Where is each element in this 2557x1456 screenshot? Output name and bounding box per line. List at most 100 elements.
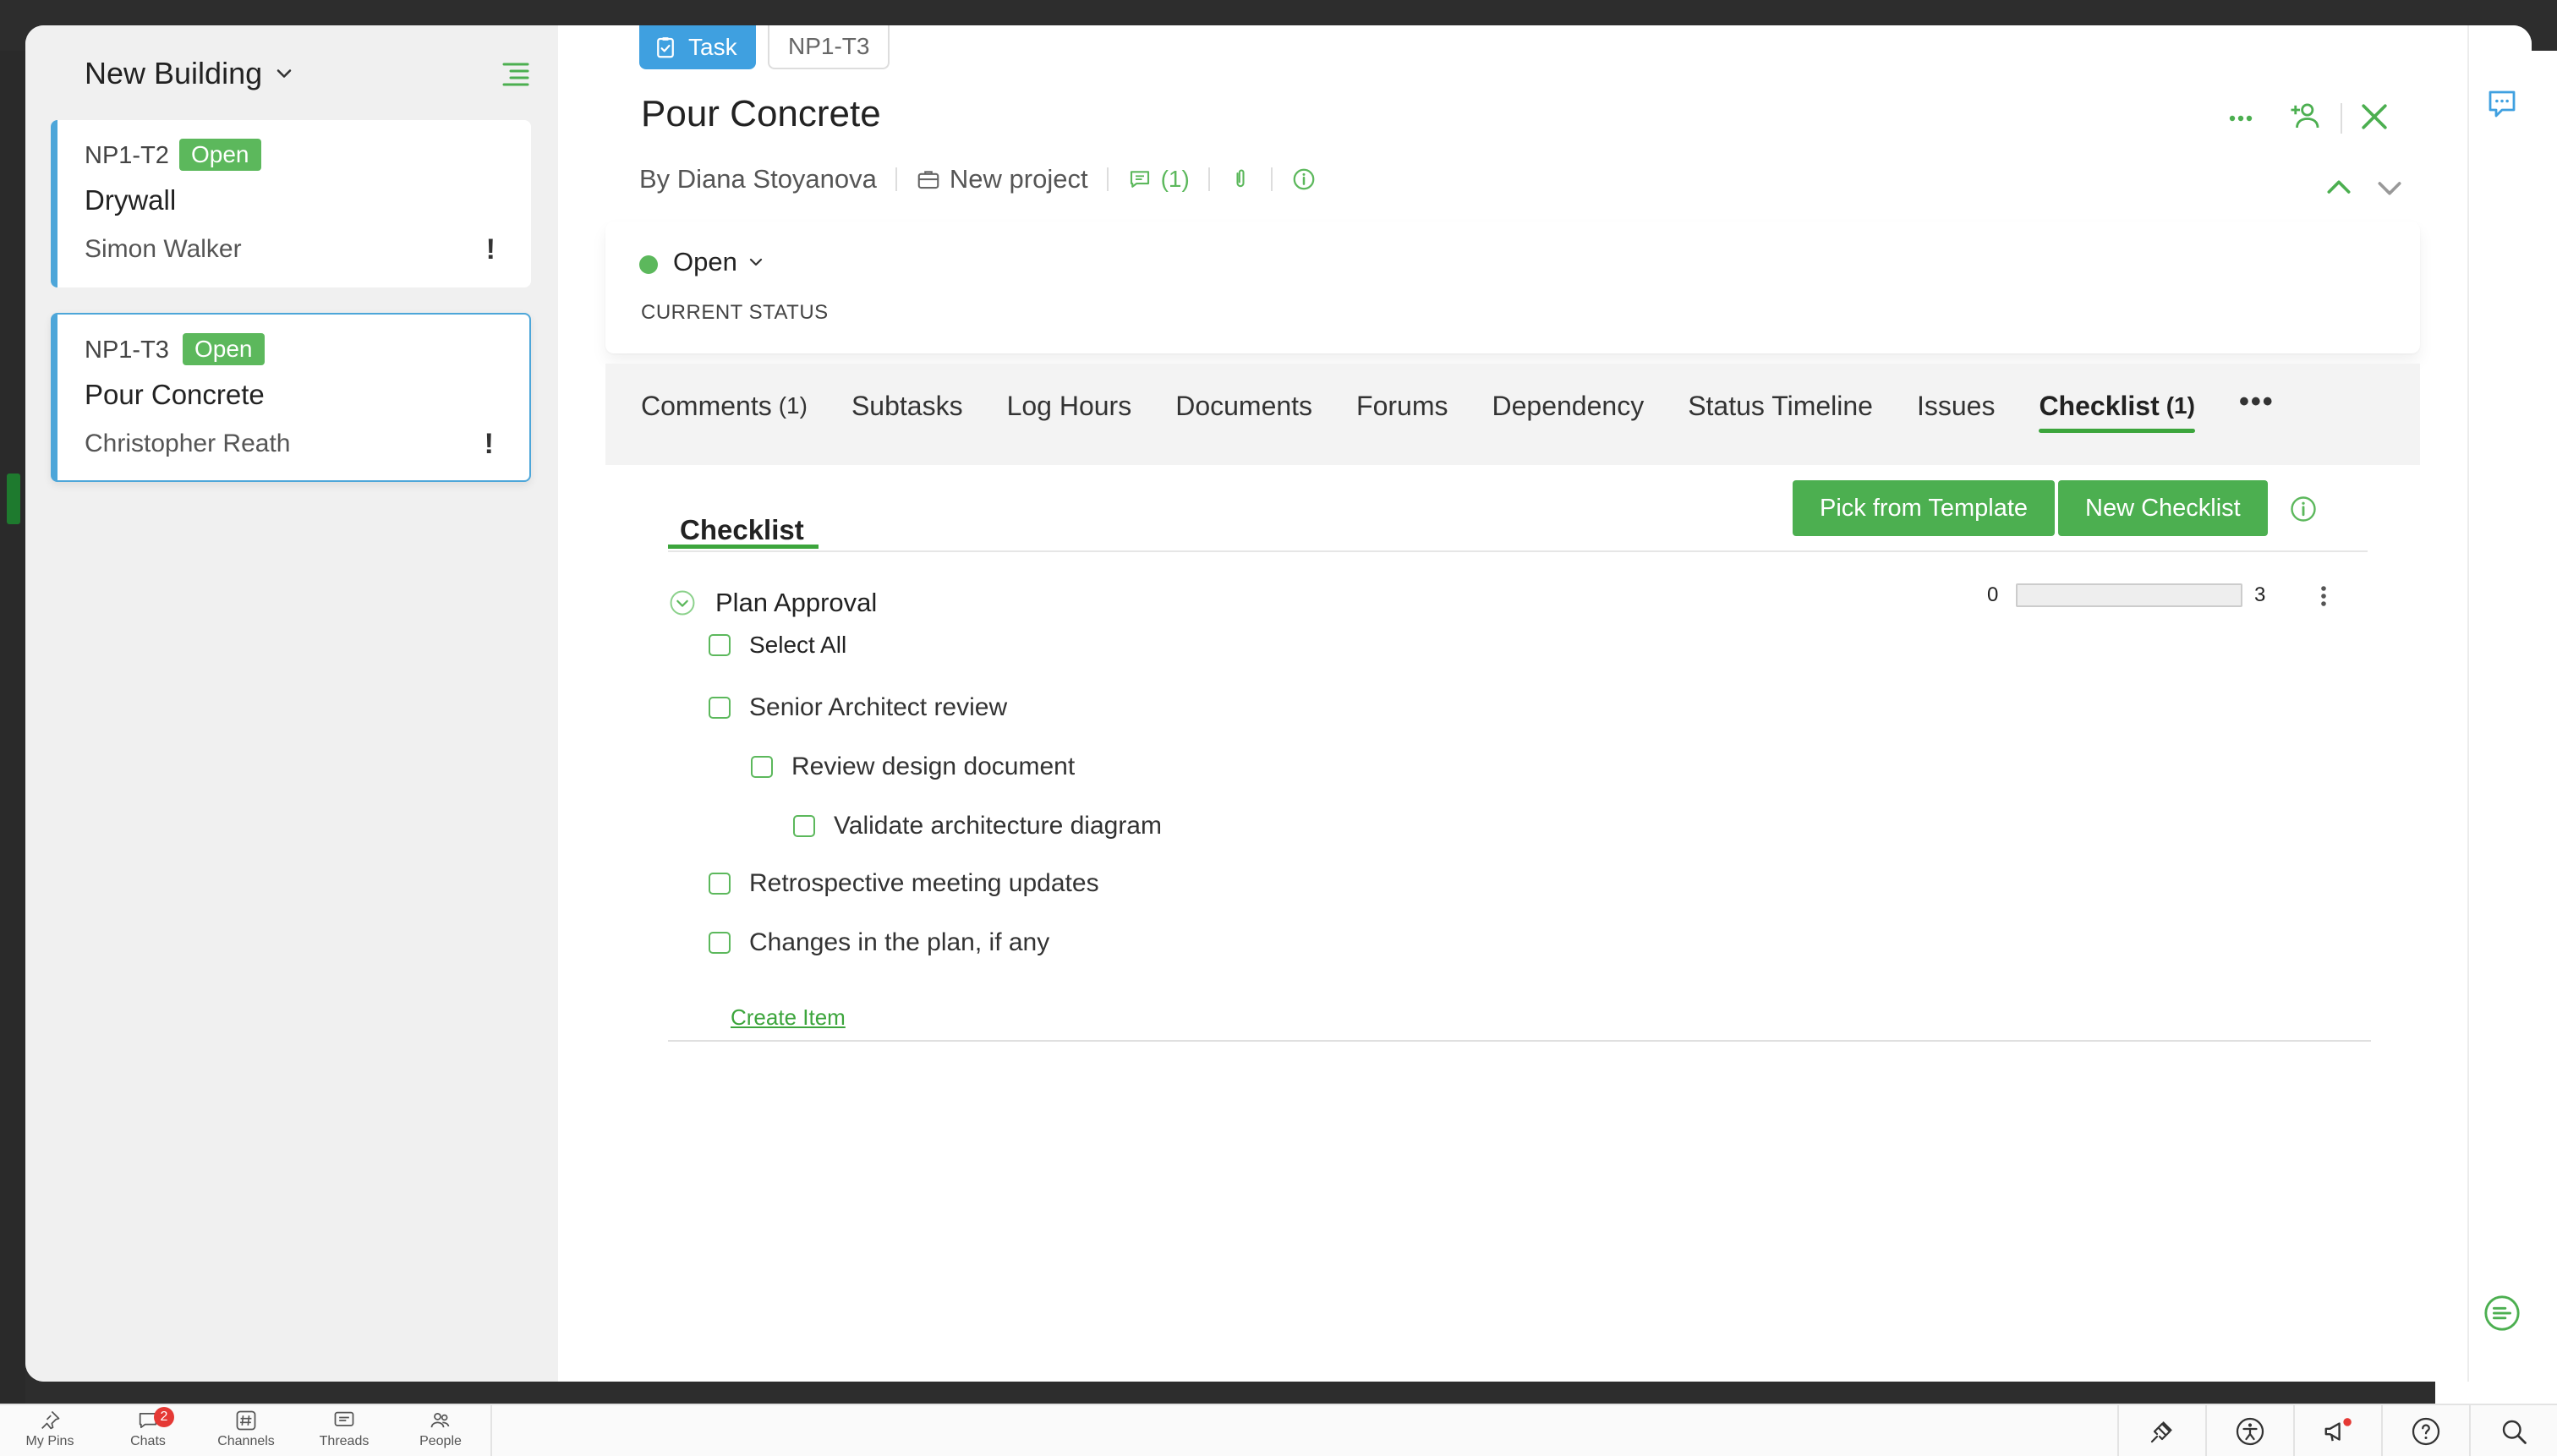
tab-count: (1) bbox=[778, 392, 808, 419]
checklist-item[interactable]: Changes in the plan, if any bbox=[709, 925, 1049, 961]
next-task-button[interactable] bbox=[2373, 171, 2406, 205]
attachment-link[interactable] bbox=[1229, 167, 1252, 192]
tab-dependency[interactable]: Dependency bbox=[1492, 380, 1645, 431]
threads-icon bbox=[334, 1411, 354, 1426]
task-card-title: Drywall bbox=[85, 184, 177, 216]
tab-subtasks[interactable]: Subtasks bbox=[851, 380, 963, 431]
chevron-up-icon bbox=[2327, 180, 2351, 194]
taskbar-label: Threads bbox=[319, 1434, 370, 1448]
item-checkbox[interactable] bbox=[709, 932, 731, 954]
select-all-checkbox[interactable] bbox=[709, 634, 731, 656]
new-checklist-button[interactable]: New Checklist bbox=[2058, 480, 2268, 536]
task-card-pour-concrete[interactable]: NP1-T3 Open Pour Concrete Christopher Re… bbox=[51, 313, 531, 482]
task-type-tag: Task bbox=[639, 25, 756, 69]
help-icon bbox=[2412, 1417, 2440, 1446]
checklist-info-button[interactable] bbox=[2288, 494, 2319, 524]
select-all-row[interactable]: Select All bbox=[709, 627, 846, 663]
checklist-heading: Checklist bbox=[680, 514, 804, 545]
checklist-group-header[interactable]: Plan Approval bbox=[668, 583, 877, 622]
plugin-button[interactable] bbox=[2117, 1405, 2205, 1456]
taskbar-my-pins[interactable]: My Pins bbox=[3, 1409, 96, 1449]
comments-link[interactable]: (1) bbox=[1127, 166, 1190, 193]
checklist-group-name: Plan Approval bbox=[715, 588, 878, 617]
task-id-tag: NP1-T3 bbox=[768, 25, 890, 69]
bottom-taskbar: My Pins Chats 2 Channels Threads People bbox=[0, 1404, 2557, 1456]
item-checkbox[interactable] bbox=[793, 815, 815, 837]
taskbar-label: People bbox=[419, 1434, 462, 1448]
item-checkbox[interactable] bbox=[709, 873, 731, 895]
status-card: Open CURRENT STATUS bbox=[605, 222, 2420, 353]
tab-comments[interactable]: Comments (1) bbox=[641, 380, 808, 431]
more-horizontal-icon bbox=[2229, 115, 2253, 122]
status-badge: Open bbox=[183, 333, 265, 365]
pick-from-template-button[interactable]: Pick from Template bbox=[1793, 480, 2056, 536]
announcements-button[interactable] bbox=[2293, 1405, 2381, 1456]
tab-label: Documents bbox=[1175, 390, 1313, 421]
list-menu-icon[interactable] bbox=[501, 59, 531, 90]
close-button[interactable] bbox=[2356, 98, 2393, 135]
checklist-item[interactable]: Validate architecture diagram bbox=[793, 808, 1162, 844]
checklist-item[interactable]: Senior Architect review bbox=[709, 690, 1007, 725]
project-link[interactable]: New project bbox=[916, 164, 1088, 194]
checklist-item[interactable]: Retrospective meeting updates bbox=[709, 866, 1099, 901]
user-add-icon bbox=[2291, 103, 2319, 129]
collapse-chevron-icon[interactable] bbox=[668, 588, 697, 617]
add-follower-button[interactable] bbox=[2288, 98, 2324, 134]
taskbar-people[interactable]: People bbox=[394, 1409, 487, 1449]
task-tabs: Comments (1) Subtasks Log Hours Documents… bbox=[641, 380, 2319, 433]
create-item-link[interactable]: Create Item bbox=[731, 1004, 846, 1031]
search-button[interactable] bbox=[2469, 1405, 2557, 1456]
previous-task-button[interactable] bbox=[2322, 171, 2356, 205]
background-left-strip bbox=[0, 51, 25, 1404]
tab-label: Subtasks bbox=[851, 390, 963, 421]
checklist-item[interactable]: Review design document bbox=[751, 749, 1075, 785]
tab-count: (1) bbox=[2166, 392, 2195, 419]
info-button[interactable] bbox=[1291, 167, 1317, 192]
taskbar-chats[interactable]: Chats 2 bbox=[101, 1407, 194, 1449]
tab-checklist[interactable]: Checklist (1) bbox=[2039, 380, 2195, 433]
background-marker bbox=[7, 473, 20, 524]
taskbar-channels[interactable]: Channels bbox=[200, 1409, 293, 1449]
task-list-sidebar: New Building NP1-T2 Open Drywall Simon W… bbox=[25, 25, 558, 1382]
tab-label: Checklist bbox=[2039, 390, 2160, 421]
divider bbox=[2341, 103, 2342, 134]
item-checkbox[interactable] bbox=[709, 697, 731, 719]
tab-documents[interactable]: Documents bbox=[1175, 380, 1312, 431]
priority-icon: ! bbox=[485, 233, 496, 265]
tab-forums[interactable]: Forums bbox=[1356, 380, 1448, 431]
hash-icon bbox=[236, 1410, 256, 1431]
item-checkbox[interactable] bbox=[751, 756, 773, 778]
checklist-group-menu[interactable] bbox=[2313, 583, 2334, 609]
checklist-progress-bar bbox=[2016, 583, 2242, 607]
tab-label: Comments bbox=[641, 390, 772, 421]
tab-label: Log Hours bbox=[1006, 390, 1132, 421]
taskbar-threads[interactable]: Threads bbox=[298, 1409, 391, 1449]
list-circle-icon bbox=[2484, 1295, 2520, 1331]
task-card-title: Pour Concrete bbox=[85, 379, 265, 410]
help-button[interactable] bbox=[2381, 1405, 2469, 1456]
more-tabs-button[interactable]: ••• bbox=[2239, 376, 2275, 427]
divider bbox=[1207, 167, 1210, 191]
accessibility-icon bbox=[2236, 1417, 2264, 1446]
divider bbox=[668, 550, 2368, 552]
accessibility-button[interactable] bbox=[2205, 1405, 2293, 1456]
tab-label: Issues bbox=[1916, 390, 1996, 421]
tab-log-hours[interactable]: Log Hours bbox=[1007, 380, 1132, 431]
status-dropdown[interactable]: Open bbox=[673, 247, 766, 277]
divider bbox=[1106, 167, 1109, 191]
more-options-button[interactable] bbox=[2224, 101, 2258, 135]
tab-status-timeline[interactable]: Status Timeline bbox=[1688, 380, 1873, 431]
task-card-id: NP1-T3 bbox=[85, 337, 169, 364]
tab-issues[interactable]: Issues bbox=[1917, 380, 1995, 431]
project-selector[interactable]: New Building bbox=[85, 56, 296, 91]
chevron-down-icon bbox=[2378, 182, 2401, 195]
feedback-button[interactable] bbox=[2484, 86, 2520, 122]
message-square-icon bbox=[2489, 90, 2516, 118]
unread-badge: 2 bbox=[154, 1407, 174, 1427]
paperclip-icon bbox=[1236, 169, 1245, 188]
item-label: Retrospective meeting updates bbox=[749, 869, 1099, 897]
task-card-drywall[interactable]: NP1-T2 Open Drywall Simon Walker ! bbox=[51, 120, 531, 287]
chevron-down-icon bbox=[277, 69, 292, 78]
taskbar-label: My Pins bbox=[25, 1434, 74, 1448]
collapse-rail-button[interactable] bbox=[2483, 1294, 2521, 1333]
